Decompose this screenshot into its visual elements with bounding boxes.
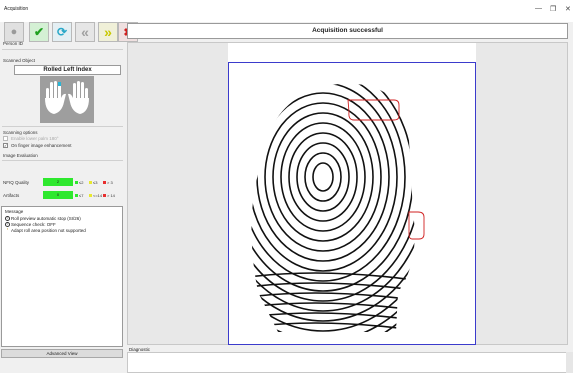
info-icon: i <box>5 216 10 222</box>
nfiq-legend-good: ≤2 <box>75 180 83 185</box>
artifacts-legend-good: ≤7 <box>75 193 83 198</box>
nfiq-quality-bar: 2 <box>43 178 73 186</box>
hand-icon <box>40 76 94 123</box>
scanned-object-field: Rolled Left Index <box>14 65 121 75</box>
nfiq-quality-label: NFIQ Quality <box>3 180 30 185</box>
highlight-marker <box>408 211 425 240</box>
message-item: i Roll preview automatic stop (SI/26) <box>5 216 81 222</box>
artifacts-legend-bad: > 14 <box>103 193 115 198</box>
left-panel: Person ID Scanned Object Rolled Left Ind… <box>0 40 127 373</box>
scanning-options-label: Scanning options <box>3 130 38 135</box>
refresh-button[interactable]: ⟳ <box>52 22 72 42</box>
artifacts-bar: 0 <box>43 191 73 199</box>
scanned-object-label: Scanned Object <box>3 58 36 63</box>
message-item: i Sequence check: OFF <box>5 222 56 228</box>
minimize-icon[interactable]: — <box>535 5 542 12</box>
divider <box>2 126 123 127</box>
artifacts-legend-warn: <=14 <box>89 193 102 198</box>
message-label: Message <box>5 209 24 214</box>
lower-palm-checkbox[interactable] <box>3 136 8 141</box>
close-icon[interactable]: ✕ <box>565 5 571 13</box>
divider <box>2 160 123 161</box>
hands-image <box>40 76 94 123</box>
diagnostic-panel <box>127 352 568 373</box>
fingerprint-viewer <box>127 42 568 345</box>
nfiq-legend-warn: ≤3 <box>89 180 97 185</box>
scrollbar[interactable] <box>566 352 573 373</box>
lower-palm-option-label: Enable lower palm 180° <box>11 136 59 141</box>
finger-enhancement-checkbox[interactable]: ✓ <box>3 143 8 148</box>
checkmark-icon: ✔ <box>33 25 45 39</box>
title-bar: Acquisition — ❐ ✕ <box>0 0 573 22</box>
artifacts-label: Artifacts <box>3 193 20 198</box>
status-message: Acquisition successful <box>127 23 568 39</box>
warning-icon: ! <box>7 227 8 232</box>
back-button[interactable]: « <box>75 22 95 42</box>
message-item: ! Adapt roll area position not supported <box>7 227 86 233</box>
maximize-icon[interactable]: ❐ <box>550 5 556 13</box>
advanced-view-button[interactable]: Advanced View <box>1 349 123 358</box>
refresh-icon: ⟳ <box>56 25 68 39</box>
divider <box>2 49 123 50</box>
accept-button[interactable]: ✔ <box>29 22 49 42</box>
nfiq-legend-bad: > 3 <box>103 180 113 185</box>
person-id-label: Person ID <box>3 41 24 46</box>
message-panel: Message i Roll preview automatic stop (SI… <box>1 206 123 347</box>
double-chevron-left-icon: « <box>81 24 89 40</box>
record-button[interactable]: ● <box>4 22 24 42</box>
image-evaluation-label: Image Evaluation <box>3 153 38 158</box>
record-icon: ● <box>10 26 18 38</box>
fingerprint-image <box>251 83 425 332</box>
window-title: Acquisition <box>4 6 29 12</box>
double-chevron-right-icon: » <box>104 24 112 40</box>
finger-enhancement-option-label: On finger image enhancement <box>11 143 72 148</box>
forward-button[interactable]: » <box>98 22 118 42</box>
